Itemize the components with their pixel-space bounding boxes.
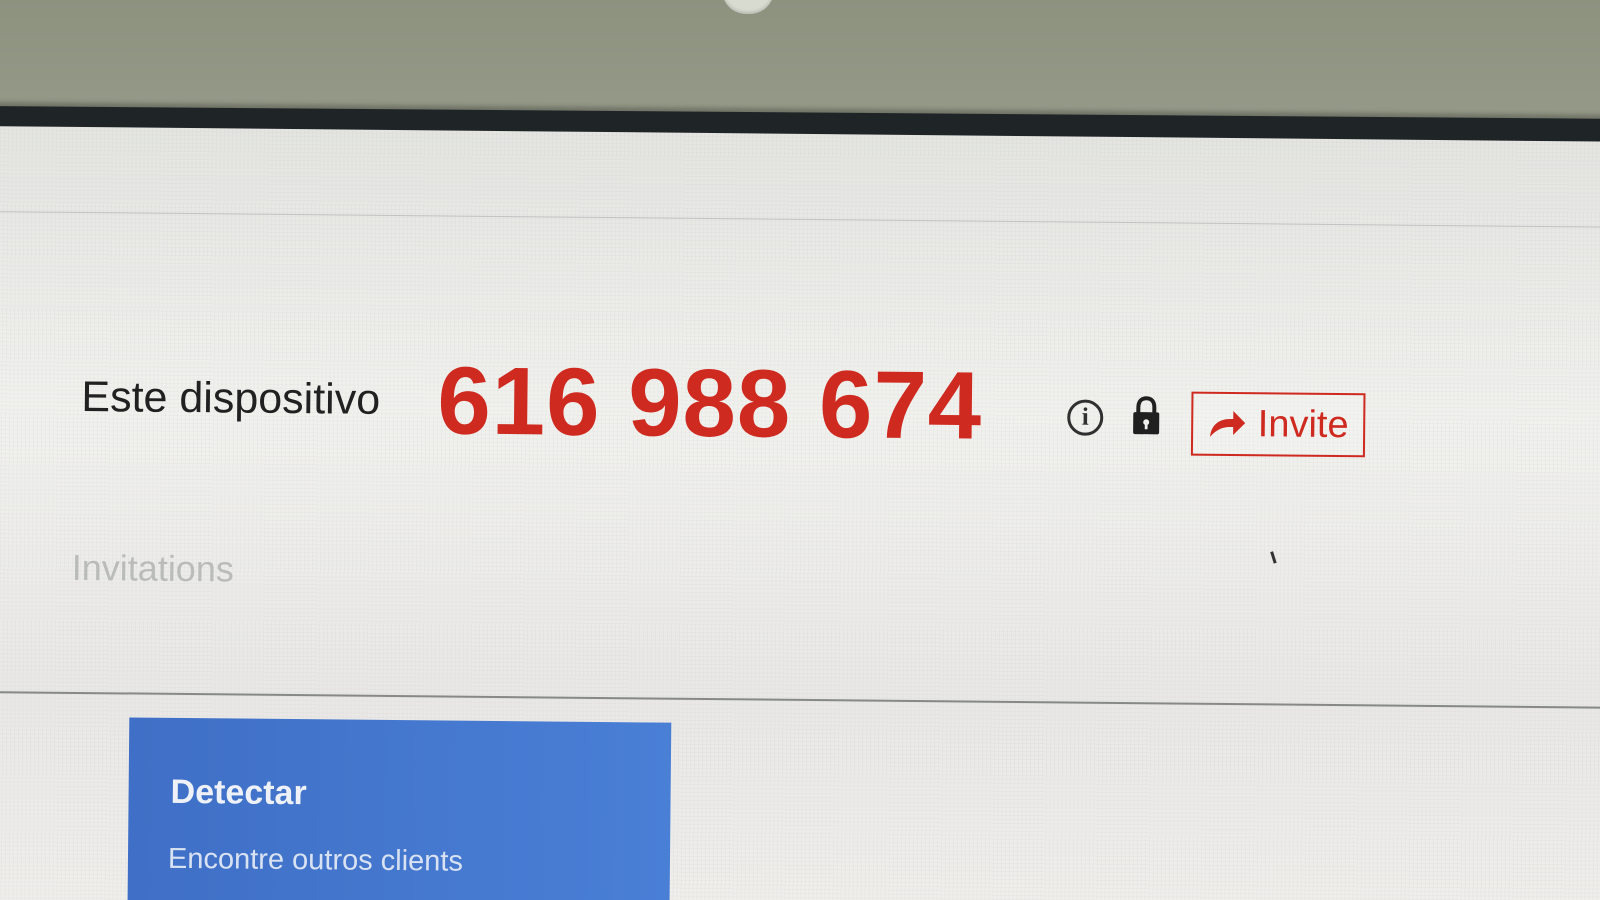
- invitations-heading: Invitations: [71, 546, 235, 590]
- device-label: Este dispositivo: [81, 372, 381, 424]
- application-window: Este dispositivo 616 988 674 i Invite In…: [0, 126, 1600, 900]
- invite-button[interactable]: Invite: [1190, 391, 1366, 458]
- photo-of-monitor-scene: Este dispositivo 616 988 674 i Invite In…: [0, 0, 1600, 900]
- share-arrow-icon: [1209, 411, 1245, 437]
- detect-subtitle: Encontre outros clients: [167, 842, 464, 878]
- mouse-cursor: [1270, 551, 1277, 564]
- top-divider: [0, 210, 1600, 228]
- section-divider: [0, 690, 1600, 709]
- monitor-bezel-notch: [722, 0, 774, 14]
- detect-card[interactable]: Detectar Encontre outros clients: [127, 717, 672, 900]
- device-id: 616 988 674: [436, 347, 983, 460]
- this-device-section: Este dispositivo 616 988 674 i Invite: [81, 343, 1382, 465]
- invite-label: Invite: [1257, 403, 1349, 447]
- detect-title: Detectar: [170, 772, 307, 813]
- lock-icon[interactable]: [1129, 395, 1163, 437]
- info-icon[interactable]: i: [1067, 399, 1104, 436]
